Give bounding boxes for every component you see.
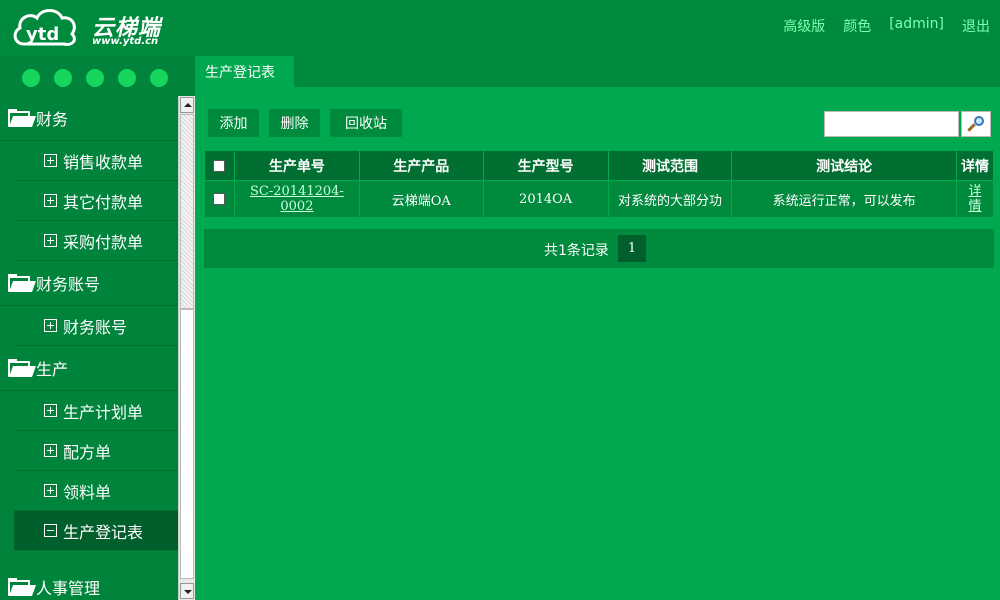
delete-button[interactable]: 删除 <box>269 109 320 137</box>
col-model[interactable]: 生产型号 <box>482 150 609 181</box>
theme-dot[interactable] <box>54 69 72 87</box>
row-checkbox[interactable] <box>213 193 226 205</box>
folder-open-icon <box>8 578 37 596</box>
cell-order-no: SC-20141204-0002 <box>233 180 360 218</box>
recycle-bin-button[interactable]: 回收站 <box>330 109 402 137</box>
theme-dots <box>22 69 168 87</box>
col-scope[interactable]: 测试范围 <box>607 150 733 181</box>
cloud-logo-icon: ytd <box>13 9 76 46</box>
group-label: 财务 <box>36 110 69 129</box>
link-logout[interactable]: 退出 <box>962 16 990 36</box>
expand-plus-icon <box>44 444 57 457</box>
group-label: 财务账号 <box>36 275 101 294</box>
item-label: 配方单 <box>63 442 112 462</box>
theme-dot[interactable] <box>150 69 168 87</box>
order-no-link[interactable]: SC-20141204-0002 <box>250 184 344 214</box>
detail-link[interactable]: 详情 <box>967 184 983 214</box>
expand-plus-icon <box>44 234 57 247</box>
scroll-track[interactable] <box>180 309 194 579</box>
cell-detail: 详情 <box>956 180 994 218</box>
cell-product: 云梯端OA <box>358 180 484 218</box>
tab-bar: 生产登记表 <box>195 56 1000 87</box>
add-button[interactable]: 添加 <box>208 109 259 137</box>
sidebar-item-finance-account[interactable]: 财务账号 <box>14 306 178 346</box>
item-label: 财务账号 <box>63 317 128 337</box>
cell-conclusion: 系统运行正常，可以发布 <box>731 180 957 218</box>
table-header-row: 生产单号 生产产品 生产型号 测试范围 测试结论 详情 <box>204 150 994 181</box>
pagination: 共1条记录 1 <box>204 229 994 268</box>
sidebar-item-sales-receipt[interactable]: 销售收款单 <box>14 141 178 181</box>
expand-plus-icon <box>44 154 57 167</box>
folder-open-icon <box>8 359 37 377</box>
top-links: 高级版 颜色 [admin] 退出 <box>783 16 990 36</box>
col-order-no[interactable]: 生产单号 <box>233 150 360 181</box>
sidebar-group-finance[interactable]: 财务 <box>0 96 178 141</box>
link-color[interactable]: 颜色 <box>843 16 871 36</box>
sidebar-scrollbar[interactable] <box>178 96 195 600</box>
item-label: 生产计划单 <box>63 402 144 422</box>
scroll-up-arrow-icon[interactable] <box>180 97 194 113</box>
cell-scope: 对系统的大部分功 <box>607 180 733 218</box>
sidebar-item-production-plan[interactable]: 生产计划单 <box>14 391 178 431</box>
item-label: 其它付款单 <box>63 192 144 212</box>
expand-plus-icon <box>44 404 57 417</box>
sidebar-item-other-payment[interactable]: 其它付款单 <box>14 181 178 221</box>
sidebar-item-formula[interactable]: 配方单 <box>14 431 178 471</box>
expand-plus-icon <box>44 484 57 497</box>
col-conclusion[interactable]: 测试结论 <box>731 150 957 181</box>
col-product[interactable]: 生产产品 <box>358 150 484 181</box>
expand-plus-icon <box>44 319 57 332</box>
theme-dot[interactable] <box>86 69 104 87</box>
menu-spacer <box>0 551 178 565</box>
sidebar-group-hr[interactable]: 人事管理 <box>0 565 178 600</box>
record-count: 共1条记录 <box>544 243 609 259</box>
theme-dot[interactable] <box>22 69 40 87</box>
sidebar-group-production[interactable]: 生产 <box>0 346 178 391</box>
production-register-table: 生产单号 生产产品 生产型号 测试范围 测试结论 详情 SC-20141204-… <box>204 150 994 218</box>
sidebar-group-finance-account[interactable]: 财务账号 <box>0 261 178 306</box>
row-select-cell <box>204 180 235 218</box>
logo[interactable]: ytd 云梯端 www.ytd.cn <box>10 6 180 50</box>
link-advanced[interactable]: 高级版 <box>783 16 825 36</box>
cell-model: 2014OA <box>482 180 609 218</box>
group-label: 生产 <box>36 360 69 379</box>
table-row: SC-20141204-0002 云梯端OA 2014OA 对系统的大部分功 系… <box>204 180 994 218</box>
svg-text:ytd: ytd <box>26 24 59 45</box>
select-all-checkbox[interactable] <box>213 159 226 172</box>
expand-plus-icon <box>44 194 57 207</box>
sidebar-item-material-requisition[interactable]: 领料单 <box>14 471 178 511</box>
group-label: 人事管理 <box>36 579 101 598</box>
select-all-cell <box>204 150 235 181</box>
sidebar-menu: 财务 销售收款单 其它付款单 采购付款单 财务账号 财务账号 生产 生产计划单 <box>0 96 178 600</box>
scroll-down-arrow-icon[interactable] <box>180 583 194 599</box>
sidebar-item-production-register[interactable]: 生产登记表 <box>14 511 178 551</box>
item-label: 领料单 <box>63 482 112 502</box>
search-button[interactable] <box>961 111 991 137</box>
tab-production-register[interactable]: 生产登记表 <box>195 56 294 87</box>
item-label: 采购付款单 <box>63 232 144 252</box>
folder-open-icon <box>8 109 37 127</box>
collapse-minus-icon <box>44 524 57 537</box>
page-button-1[interactable]: 1 <box>618 235 646 262</box>
item-label: 生产登记表 <box>63 522 144 542</box>
col-detail: 详情 <box>956 150 994 181</box>
item-label: 销售收款单 <box>63 152 144 172</box>
sidebar: 财务 销售收款单 其它付款单 采购付款单 财务账号 财务账号 生产 生产计划单 <box>0 56 195 600</box>
link-user[interactable]: [admin] <box>889 16 944 36</box>
header: ytd 云梯端 www.ytd.cn 高级版 颜色 [admin] 退出 <box>0 0 1000 56</box>
scroll-thumb[interactable] <box>180 114 194 309</box>
theme-dot[interactable] <box>118 69 136 87</box>
folder-open-icon <box>8 274 37 292</box>
search-input[interactable] <box>824 111 959 137</box>
sidebar-item-purchase-payment[interactable]: 采购付款单 <box>14 221 178 261</box>
logo-url: www.ytd.cn <box>92 36 159 47</box>
